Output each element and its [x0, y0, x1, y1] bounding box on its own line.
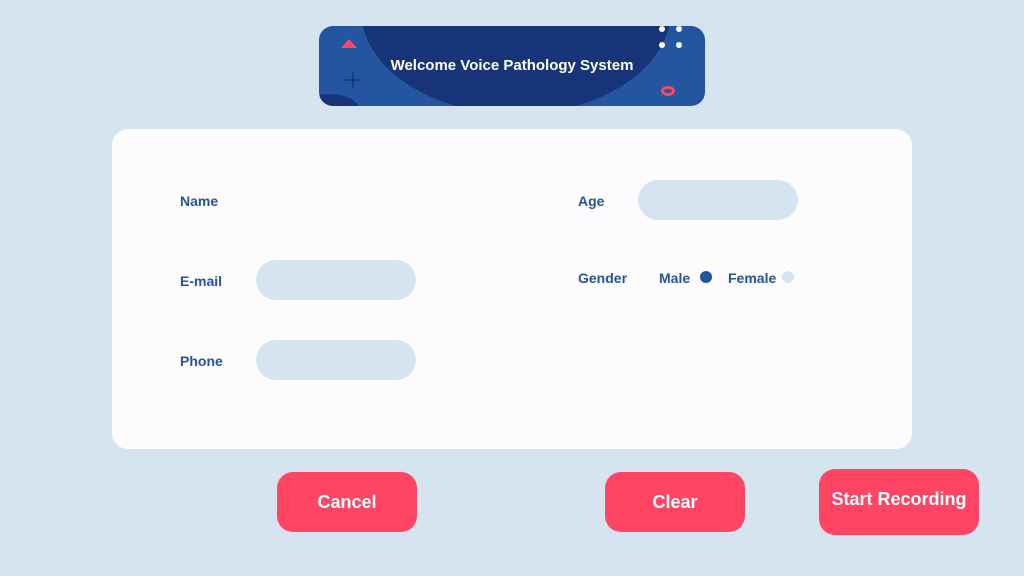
page-title: Welcome Voice Pathology System	[390, 57, 634, 74]
gender-male-label: Male	[659, 270, 691, 286]
email-label: E-mail	[180, 273, 223, 289]
gender-female-radio[interactable]	[782, 271, 794, 283]
gender-female-label: Female	[728, 270, 777, 286]
triangle-icon	[341, 39, 357, 48]
ring-icon	[661, 86, 675, 96]
dots-icon	[659, 26, 682, 48]
gender-male-radio[interactable]	[700, 271, 712, 283]
phone-label: Phone	[180, 353, 223, 369]
cancel-button[interactable]: Cancel	[277, 472, 417, 532]
age-field[interactable]	[638, 180, 798, 220]
phone-field[interactable]	[256, 340, 416, 380]
gender-label: Gender	[578, 270, 628, 286]
email-field[interactable]	[256, 260, 416, 300]
name-label: Name	[180, 193, 219, 209]
banner-decoration-corner	[319, 94, 359, 106]
header-banner: Welcome Voice Pathology System	[319, 26, 705, 106]
start-recording-button[interactable]: Start Recording	[819, 469, 979, 535]
clear-button[interactable]: Clear	[605, 472, 745, 532]
patient-form-card: Name E-mail Phone Age Gender Male Female	[112, 129, 912, 449]
age-label: Age	[578, 193, 605, 209]
